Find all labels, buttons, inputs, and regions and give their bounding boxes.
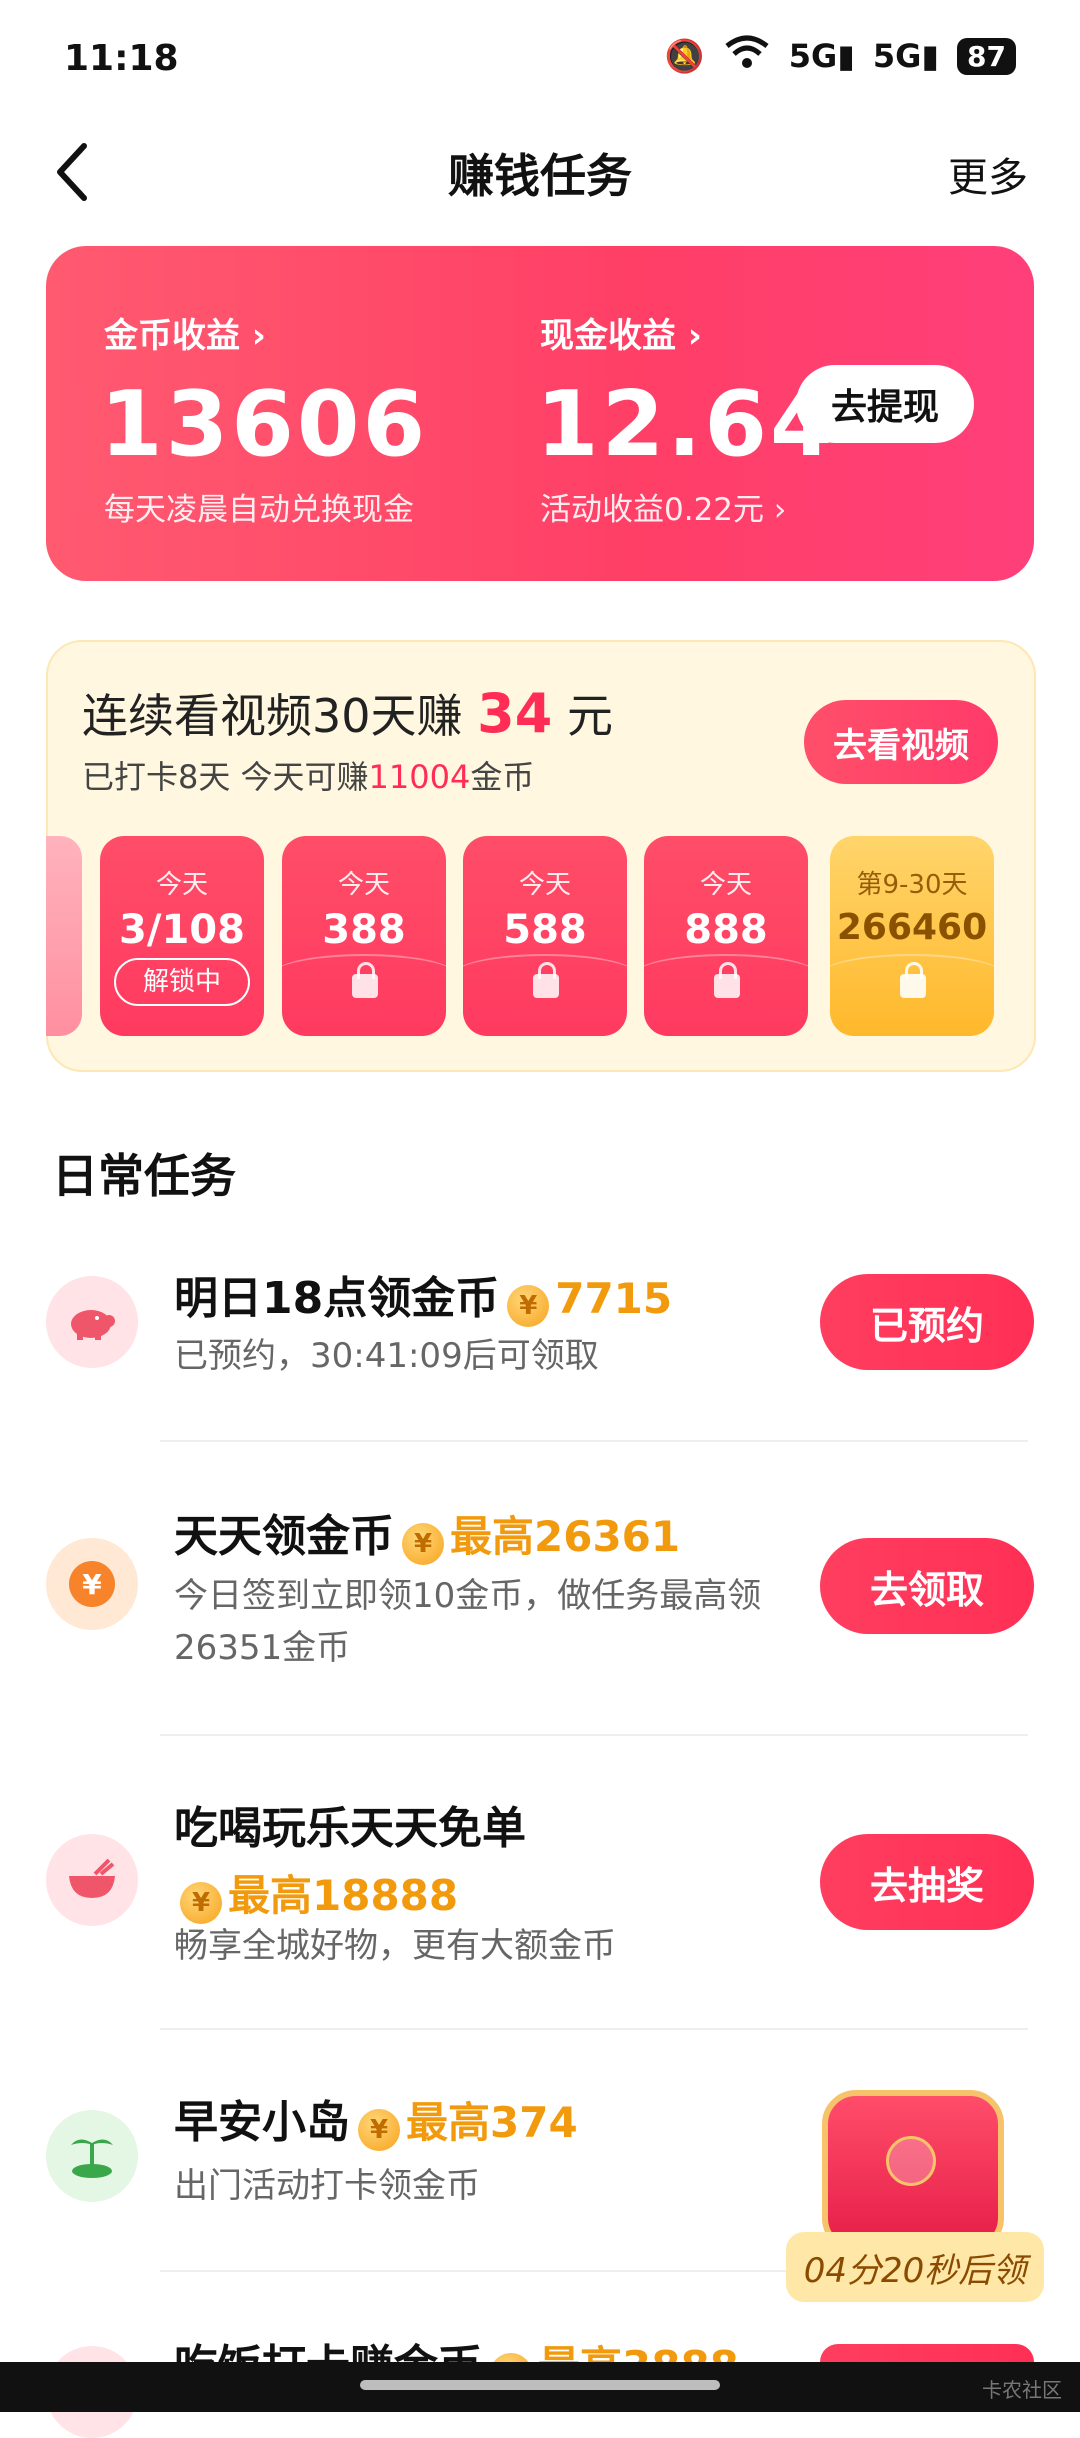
task-title-row: 吃喝玩乐天天免单 ¥ 最高18888 (174, 1792, 526, 1930)
divider (160, 2028, 1028, 2030)
tile-value: 888 (684, 907, 768, 953)
coin-icon: ¥ (180, 1881, 222, 1924)
watch-video-button[interactable]: 去看视频 (804, 700, 998, 784)
more-button[interactable]: 更多 (948, 145, 1028, 203)
cash-earnings-link[interactable]: 现金收益 › (540, 308, 702, 357)
task-title: 吃喝玩乐天天免单 (174, 1803, 526, 1854)
signal-5g-icon: 5G▮ (788, 37, 855, 75)
task-title-row: 天天领金币 ¥ 最高26361 (174, 1500, 680, 1571)
task-title: 吃饭打卡赚金币 (174, 2341, 482, 2362)
task-5-button[interactable] (820, 2344, 1034, 2362)
activity-earnings-label: 活动收益0.22元 (540, 492, 765, 528)
chest-countdown[interactable]: 04分20秒后领 (786, 2232, 1044, 2302)
coin-icon: ¥ (507, 1284, 550, 1327)
task-reward: 最高3888 (538, 2342, 739, 2362)
task-reward: 7715 (555, 1274, 673, 1323)
task-title: 天天领金币 (174, 1511, 394, 1562)
streak-subtitle: 已打卡8天 今天可赚11004金币 (82, 752, 534, 798)
tile-label: 今天 (518, 870, 571, 900)
unlocking-badge: 解锁中 (114, 958, 250, 1006)
piggy-bank-icon (46, 1276, 138, 1368)
cash-earnings-value: 12.64 (536, 372, 836, 477)
streak-sub-amount: 11004 (368, 758, 471, 796)
reserved-button[interactable]: 已预约 (820, 1274, 1034, 1370)
page-title: 赚钱任务 (448, 149, 632, 203)
bowl-icon (46, 1834, 138, 1926)
streak-title-text: 连续看视频30天赚 (82, 689, 463, 743)
task-reward: 最高374 (406, 2098, 578, 2147)
chevron-right-icon: › (251, 316, 266, 356)
network-label-2: 5G (872, 37, 922, 75)
battery-icon: 87 (957, 37, 1016, 75)
streak-tile-1[interactable]: 今天 3/108 解锁中 (100, 836, 264, 1036)
task-reward: 最高26361 (450, 1512, 681, 1561)
status-icons: 🔕 5G▮ 5G▮ 87 (665, 34, 1016, 78)
task-title-row: 吃饭打卡赚金币 ¥ 最高3888 (174, 2330, 739, 2362)
tile-value: 388 (322, 907, 406, 953)
cash-earnings-label: 现金收益 (540, 316, 676, 356)
lock-icon (714, 962, 740, 998)
streak-sub-suffix: 金币 (470, 758, 535, 796)
task-title-row: 明日18点领金币 ¥7715 (174, 1262, 672, 1333)
signal-5g-icon-2: 5G▮ (872, 37, 940, 75)
status-time: 11:18 (64, 38, 179, 79)
withdraw-button[interactable]: 去提现 (796, 365, 974, 443)
streak-tile-2[interactable]: 今天 388 (282, 836, 446, 1036)
streak-amount: 34 (477, 682, 553, 745)
activity-earnings-link[interactable]: 活动收益0.22元 › (540, 484, 786, 529)
lock-icon (900, 962, 926, 998)
tile-label: 今天 (337, 870, 390, 900)
task-desc: 出门活动打卡领金币 (174, 2166, 480, 2206)
wifi-icon (723, 34, 771, 78)
chevron-right-icon: › (687, 316, 702, 356)
task-desc: 今日签到立即领10金币，做任务最高领26351金币 (174, 1576, 762, 1668)
streak-sub-text: 已打卡8天 今天可赚 (82, 758, 369, 796)
lottery-button[interactable]: 去抽奖 (820, 1834, 1034, 1930)
gesture-nav-pill[interactable] (360, 2380, 720, 2390)
coin-earnings-link[interactable]: 金币收益 › (104, 308, 266, 357)
streak-title: 连续看视频30天赚 34 元 (82, 680, 613, 746)
task-desc: 已预约，30:41:09后可领取 (174, 1336, 599, 1376)
claim-button[interactable]: 去领取 (820, 1538, 1034, 1634)
lock-icon (352, 962, 378, 998)
streak-unit: 元 (566, 689, 613, 743)
streak-tile-5[interactable]: 第9-30天 266460 (830, 836, 994, 1036)
lock-icon (533, 962, 559, 998)
mute-bell-icon: 🔕 (664, 37, 705, 75)
coin-icon: ¥ (358, 2108, 400, 2151)
task-title-row: 早安小岛 ¥ 最高374 (174, 2086, 578, 2157)
tile-label: 第9-30天 (856, 870, 968, 900)
task-reward: 最高18888 (228, 1871, 459, 1920)
streak-tile-4[interactable]: 今天 888 (644, 836, 808, 1036)
coin-earnings-value: 13606 (100, 372, 429, 477)
watermark: 卡农社区 (982, 2378, 1062, 2402)
task-title: 明日18点领金币 (174, 1273, 500, 1324)
coin-icon: ¥ (402, 1522, 444, 1565)
divider (160, 1734, 1028, 1736)
coin-earnings-label: 金币收益 (104, 316, 240, 356)
tile-value: 266460 (836, 907, 988, 948)
tile-label: 今天 (699, 870, 752, 900)
task-title: 早安小岛 (174, 2097, 350, 2148)
yuan-coin-icon: ¥ (46, 1538, 138, 1630)
streak-tile-previous (46, 836, 82, 1036)
treasure-chest-icon[interactable] (822, 2090, 1004, 2252)
music-note-icon (886, 2136, 936, 2186)
tile-label: 今天 (155, 870, 208, 900)
streak-tile-3[interactable]: 今天 588 (463, 836, 627, 1036)
coin-earnings-note: 每天凌晨自动兑换现金 (104, 492, 414, 528)
tile-value: 3/108 (119, 907, 245, 953)
network-label: 5G (788, 37, 838, 75)
daily-tasks-title: 日常任务 (52, 1149, 236, 1203)
task-desc: 畅享全城好物，更有大额金币 (174, 1926, 616, 1966)
divider (160, 1440, 1028, 1442)
coin-icon: ¥ (490, 2352, 532, 2362)
tile-value: 588 (503, 907, 587, 953)
island-icon (46, 2110, 138, 2202)
chevron-right-icon: › (773, 492, 787, 528)
